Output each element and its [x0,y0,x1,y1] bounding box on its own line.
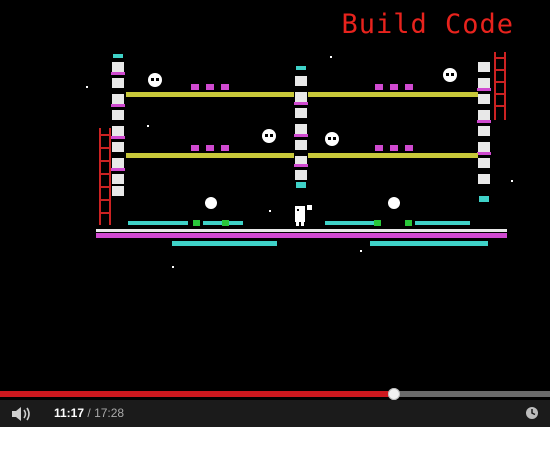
floor [96,229,507,238]
left-ladder [99,128,111,225]
video-frame[interactable]: Build Code [0,0,550,388]
time-separator: / [87,406,91,420]
clock-icon[interactable] [525,406,539,420]
time-total: 17:28 [94,406,125,420]
game-scene [86,52,513,268]
player-character [295,205,312,226]
progress-scrubber-handle[interactable] [387,388,400,400]
player-controls: 11:17 / 17:28 [0,400,550,427]
right-ladder [494,52,506,120]
progress-bar[interactable] [0,388,550,400]
middle-column [294,66,308,188]
time-current: 11:17 [54,406,85,420]
time-display: 11:17 / 17:28 [54,406,124,420]
right-column [477,62,491,202]
volume-icon[interactable] [11,406,33,422]
progress-track[interactable] [0,388,550,400]
video-overlay-title: Build Code [341,9,514,40]
left-column [111,54,125,196]
progress-played [0,391,394,397]
